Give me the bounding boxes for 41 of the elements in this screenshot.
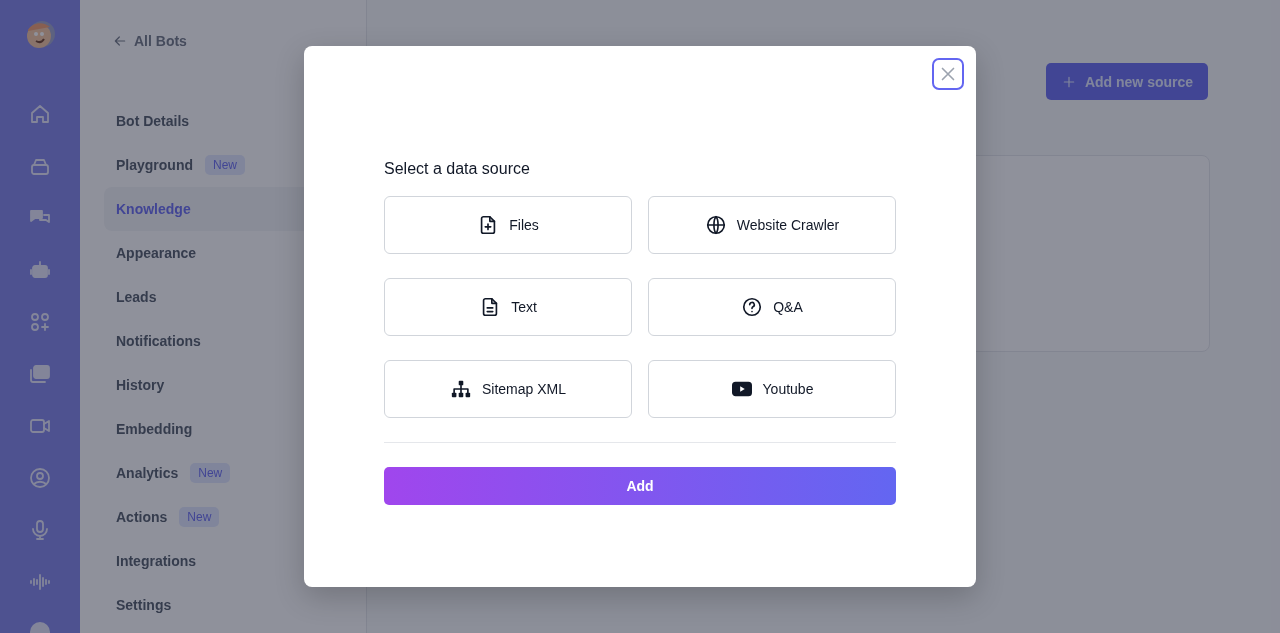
source-option[interactable]: Files	[384, 196, 632, 254]
new-badge: New	[179, 507, 220, 527]
menu-item-label: Actions	[116, 509, 168, 525]
source-option-label: Youtube	[762, 381, 814, 397]
add-button[interactable]: Add	[384, 467, 896, 505]
add-source-button[interactable]: Add new source	[1046, 63, 1208, 100]
new-badge: New	[205, 155, 246, 175]
menu-item[interactable]: Notifications	[104, 319, 366, 363]
menu-item-label: Analytics	[116, 465, 179, 481]
menu-item[interactable]: History	[104, 363, 366, 407]
menu-item[interactable]: Embedding	[104, 407, 366, 451]
new-badge: New	[190, 463, 231, 483]
add-source-label: Add new source	[1084, 73, 1194, 90]
sitemap-icon	[449, 378, 472, 400]
menu-item[interactable]: Leads	[104, 275, 366, 319]
source-option-label: Website Crawler	[736, 217, 840, 233]
source-option[interactable]: Sitemap XML	[384, 360, 632, 418]
source-option[interactable]: Youtube	[648, 360, 896, 418]
home-icon	[28, 102, 52, 126]
globe-icon	[704, 214, 727, 236]
source-option[interactable]: Q&A	[648, 278, 896, 336]
source-option-label: Files	[509, 217, 539, 233]
question-icon	[741, 296, 764, 318]
images-icon	[28, 362, 52, 386]
back-link-label: All Bots	[134, 33, 187, 49]
source-option[interactable]: Text	[384, 278, 632, 336]
arrow-left-icon	[112, 33, 128, 49]
user-icon	[28, 466, 52, 490]
menu-item[interactable]: Integrations	[104, 539, 366, 583]
menu-item-label: Playground	[116, 157, 193, 173]
menu-item[interactable]: Settings	[104, 583, 366, 627]
dialog-title: Select a data source	[384, 160, 531, 178]
back-link[interactable]: All Bots	[112, 33, 187, 49]
menu-item[interactable]: Bot Details	[104, 99, 366, 143]
apps-icon	[28, 310, 52, 334]
close-button[interactable]	[932, 58, 964, 90]
source-option[interactable]: Website Crawler	[648, 196, 896, 254]
source-option-label: Q&A	[773, 299, 803, 315]
source-option-label: Sitemap XML	[481, 381, 566, 397]
menu-item[interactable]: Appearance	[104, 231, 366, 275]
source-option-label: Text	[511, 299, 537, 315]
